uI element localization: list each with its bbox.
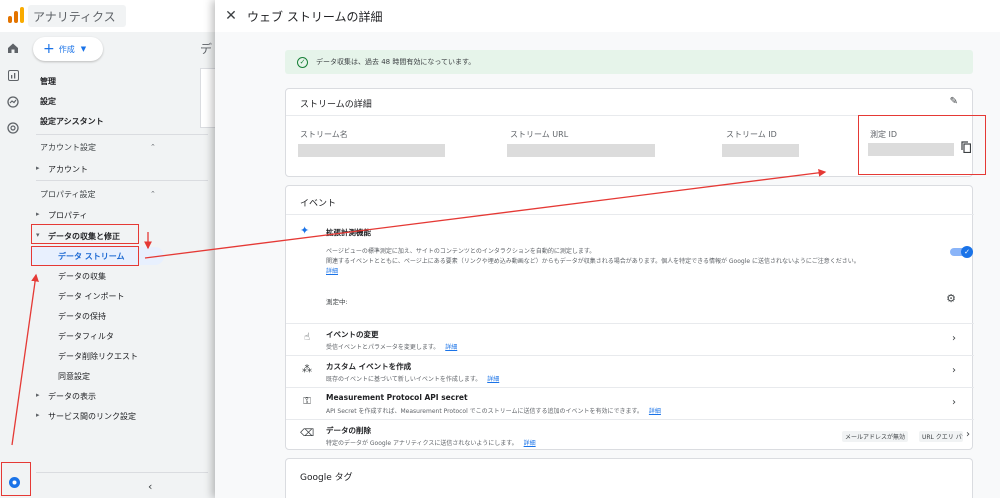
panel-header: ✕ ウェブ ストリームの詳細 bbox=[215, 0, 1000, 32]
enhanced-toggle[interactable]: ✓ bbox=[950, 246, 973, 258]
row-title: データの削除 bbox=[326, 426, 371, 435]
google-tag-card: Google タグ bbox=[285, 458, 973, 498]
divider bbox=[36, 134, 208, 135]
stream-id-label: ストリーム ID bbox=[726, 130, 777, 139]
gear-icon[interactable]: ⚙ bbox=[946, 292, 956, 305]
chevron-right-icon[interactable]: › bbox=[966, 429, 970, 440]
detail-link[interactable]: 詳細 bbox=[445, 344, 457, 351]
row-title: カスタム イベントを作成 bbox=[326, 362, 412, 371]
status-badge: メールアドレスが無効 bbox=[842, 431, 909, 442]
row-desc: 既存のイベントに基づいて新しいイベントを作成します。 詳細 bbox=[326, 376, 500, 383]
account-settings-section[interactable]: アカウント設定 bbox=[40, 142, 96, 153]
stream-name-label: ストリーム名 bbox=[300, 130, 348, 139]
stream-url-value-redacted bbox=[507, 144, 655, 157]
property-settings-section[interactable]: プロパティ設定 bbox=[40, 189, 96, 200]
key-icon: ⚿ bbox=[303, 396, 311, 407]
highlight-box bbox=[31, 224, 139, 244]
sidebar-item-service-links[interactable]: サービス間のリンク設定 bbox=[48, 411, 136, 422]
close-icon[interactable]: ✕ bbox=[215, 0, 247, 32]
stream-name-value-redacted bbox=[298, 144, 445, 157]
edit-pencil-icon[interactable]: ✎ bbox=[950, 96, 958, 107]
events-card: イベント ✦ 拡張計測機能 ページビューの標準測定に加え、サイトのコンテンツとの… bbox=[285, 185, 974, 451]
touch-icon: ☝ bbox=[303, 332, 311, 343]
row-title: Measurement Protocol API secret bbox=[326, 393, 468, 402]
sidebar-item-data-import[interactable]: データ インポート bbox=[58, 291, 125, 302]
event-row-modify[interactable]: ☝ イベントの変更 受信イベントとパラメータを変更します。 詳細 › bbox=[286, 323, 974, 355]
eraser-icon: ⌫ bbox=[300, 428, 315, 439]
google-tag-title: Google タグ bbox=[300, 473, 353, 483]
row-desc: 特定のデータが Google アナリティクスに送信されないようにします。 詳細 bbox=[326, 440, 536, 447]
stream-url-label: ストリーム URL bbox=[510, 130, 569, 139]
reports-icon[interactable] bbox=[6, 68, 20, 82]
advertising-icon[interactable] bbox=[6, 121, 20, 135]
sidebar-item-data-collect[interactable]: データの収集 bbox=[58, 271, 106, 282]
stream-id-value-redacted bbox=[722, 144, 799, 157]
banner-text: データ収集は、過去 48 時間有効になっています。 bbox=[316, 58, 476, 66]
app-title[interactable]: アナリティクス bbox=[28, 5, 126, 27]
sidebar-item-data-display[interactable]: データの表示 bbox=[48, 391, 96, 402]
collapse-sidebar-icon[interactable]: ‹ bbox=[148, 480, 152, 493]
sidebar-item-admin[interactable]: 管理 bbox=[40, 76, 56, 87]
analytics-logo bbox=[7, 6, 25, 24]
enhanced-measurement-title: 拡張計測機能 bbox=[326, 228, 371, 237]
sidebar-item-data-deletion[interactable]: データ削除リクエスト bbox=[58, 351, 138, 362]
page-title-behind: デ bbox=[200, 42, 213, 56]
panel-title: ウェブ ストリームの詳細 bbox=[247, 9, 383, 24]
event-row-create[interactable]: ⁂ カスタム イベントを作成 既存のイベントに基づいて新しいイベントを作成します… bbox=[286, 355, 974, 387]
magic-click-icon: ⁂ bbox=[302, 364, 312, 375]
chevron-up-icon[interactable]: ⌃ bbox=[150, 190, 156, 198]
sidebar-item-data-filters[interactable]: データフィルタ bbox=[58, 331, 114, 342]
highlight-box bbox=[31, 246, 139, 266]
enhanced-desc-2: 関連するイベントとともに、ページ上にある要素（リンクや埋め込み動画など）からもデ… bbox=[326, 258, 860, 265]
check-circle-icon: ✓ bbox=[297, 56, 308, 68]
status-banner: ✓ データ収集は、過去 48 時間有効になっています。 bbox=[285, 50, 973, 74]
divider bbox=[36, 180, 208, 181]
stream-details-title: ストリームの詳細 bbox=[300, 100, 372, 110]
create-label: 作成 bbox=[58, 44, 75, 54]
left-rail bbox=[0, 0, 28, 498]
chevron-right-icon: ▸ bbox=[36, 210, 40, 218]
events-title: イベント bbox=[300, 199, 337, 209]
chevron-right-icon: ▸ bbox=[36, 164, 40, 172]
sidebar-item-property[interactable]: プロパティ bbox=[48, 210, 88, 221]
row-title: イベントの変更 bbox=[326, 330, 379, 339]
stream-detail-panel: ✕ ウェブ ストリームの詳細 ✓ データ収集は、過去 48 時間有効になっていま… bbox=[215, 0, 1000, 498]
row-desc: API Secret を作成すれば、Measurement Protocol で… bbox=[326, 408, 661, 415]
plus-icon: + bbox=[43, 41, 55, 57]
chevron-right-icon[interactable]: › bbox=[952, 365, 956, 376]
measuring-label: 測定中: bbox=[326, 298, 348, 306]
sidebar-item-data-retention[interactable]: データの保持 bbox=[58, 311, 106, 322]
sidebar-item-consent[interactable]: 同意設定 bbox=[58, 371, 90, 382]
highlight-box bbox=[858, 115, 986, 175]
event-row-data-redaction[interactable]: ⌫ データの削除 特定のデータが Google アナリティクスに送信されないよう… bbox=[286, 419, 974, 451]
home-icon[interactable] bbox=[6, 41, 20, 55]
create-button[interactable]: + 作成 ▼ bbox=[33, 37, 103, 61]
chevron-down-icon: ▼ bbox=[80, 45, 87, 53]
divider bbox=[286, 214, 974, 215]
detail-link[interactable]: 詳細 bbox=[649, 408, 661, 415]
chevron-right-icon: ▸ bbox=[36, 391, 40, 399]
detail-link[interactable]: 詳細 bbox=[524, 440, 536, 447]
explore-icon[interactable] bbox=[6, 95, 20, 109]
sidebar-item-settings[interactable]: 設定 bbox=[40, 96, 56, 107]
row-desc: 受信イベントとパラメータを変更します。 詳細 bbox=[326, 344, 458, 351]
divider bbox=[36, 472, 208, 473]
detail-link[interactable]: 詳細 bbox=[487, 376, 499, 383]
enhanced-detail-link[interactable]: 詳細 bbox=[326, 266, 338, 275]
chevron-up-icon[interactable]: ⌃ bbox=[150, 143, 156, 151]
status-badge: URL クエリ パラメータ キーが無効 bbox=[919, 431, 963, 442]
sidebar-item-account[interactable]: アカウント bbox=[48, 164, 88, 175]
top-bar: アナリティクス bbox=[0, 0, 215, 32]
event-row-measurement-protocol[interactable]: ⚿ Measurement Protocol API secret API Se… bbox=[286, 387, 974, 419]
sparkle-icon: ✦ bbox=[300, 224, 310, 237]
enhanced-desc-1: ページビューの標準測定に加え、サイトのコンテンツとのインタラクションを自動的に測… bbox=[326, 248, 596, 255]
check-icon: ✓ bbox=[961, 246, 973, 258]
chevron-right-icon: ▸ bbox=[36, 411, 40, 419]
highlight-box bbox=[1, 462, 31, 496]
sidebar-item-setup-assistant[interactable]: 設定アシスタント bbox=[40, 116, 104, 127]
chevron-right-icon[interactable]: › bbox=[952, 333, 956, 344]
chevron-right-icon[interactable]: › bbox=[952, 397, 956, 408]
